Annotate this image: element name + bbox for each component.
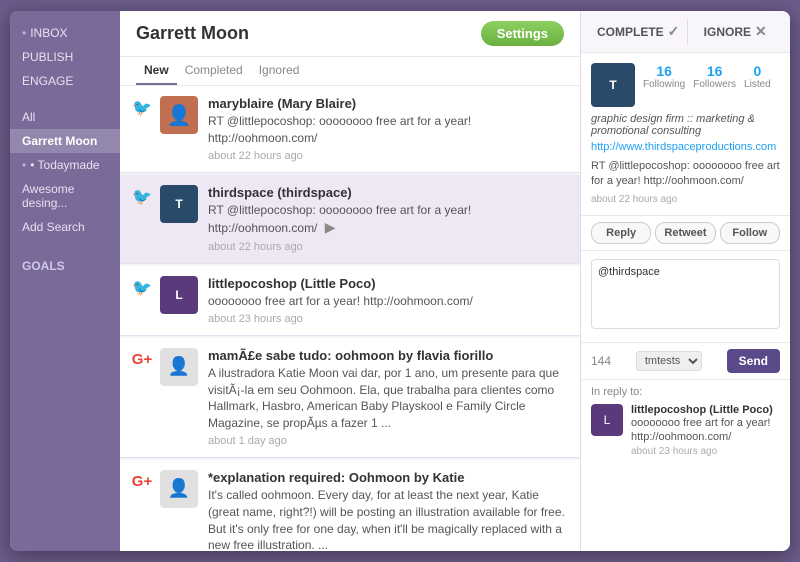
feed-text: oooooooo free art for a year! http://ooh… bbox=[208, 293, 568, 310]
feed-username: mamÃ£e sabe tudo: oohmoon by flavia fior… bbox=[208, 348, 568, 363]
sidebar-item-all[interactable]: All bbox=[10, 105, 120, 129]
page-title: Garrett Moon bbox=[136, 23, 249, 44]
in-reply-user: littlepocoshop (Little Poco) bbox=[631, 404, 780, 416]
tab-new[interactable]: New bbox=[136, 57, 177, 85]
feed-username: thirdspace (thirdspace) bbox=[208, 185, 568, 200]
close-icon: ✕ bbox=[755, 23, 767, 40]
avatar: T bbox=[160, 185, 198, 223]
sidebar-item-add-search[interactable]: Add Search bbox=[10, 215, 120, 239]
follow-button[interactable]: Follow bbox=[720, 222, 780, 244]
feed-list: 🐦 👤 maryblaire (Mary Blaire) RT @littlep… bbox=[120, 86, 580, 551]
feed-body: *explanation required: Oohmoon by Katie … bbox=[208, 470, 568, 551]
stat-listed: 0 Listed bbox=[744, 63, 771, 90]
feed-username: *explanation required: Oohmoon by Katie bbox=[208, 470, 568, 485]
feed-body: thirdspace (thirdspace) RT @littlepocosh… bbox=[208, 185, 568, 253]
feed-body: maryblaire (Mary Blaire) RT @littlepocos… bbox=[208, 96, 568, 162]
right-panel-header: COMPLETE ✓ IGNORE ✕ bbox=[581, 11, 790, 53]
sidebar-goals-label: GOALS bbox=[10, 251, 120, 276]
profile-url[interactable]: http://www.thirdspaceproductions.com bbox=[591, 141, 780, 153]
sidebar-item-inbox[interactable]: INBOX bbox=[10, 21, 120, 45]
settings-button[interactable]: Settings bbox=[481, 21, 564, 46]
feed-username: maryblaire (Mary Blaire) bbox=[208, 96, 568, 111]
avatar: L bbox=[160, 276, 198, 314]
stat-followers: 16 Followers bbox=[693, 63, 736, 90]
feed-item[interactable]: 🐦 L littlepocoshop (Little Poco) ooooooo… bbox=[120, 266, 580, 336]
main-header: Garrett Moon Settings bbox=[120, 11, 580, 57]
in-reply-avatar: L bbox=[591, 404, 623, 436]
sidebar: INBOX PUBLISH ENGAGE All Garrett Moon • … bbox=[10, 11, 120, 551]
sidebar-item-todaymade[interactable]: • Todaymade bbox=[10, 153, 120, 177]
feed-body: mamÃ£e sabe tudo: oohmoon by flavia fior… bbox=[208, 348, 568, 447]
in-reply-item: L littlepocoshop (Little Poco) oooooooo … bbox=[591, 404, 780, 458]
send-button[interactable]: Send bbox=[727, 349, 780, 373]
reply-area: @thirdspace bbox=[581, 251, 790, 343]
feed-username: littlepocoshop (Little Poco) bbox=[208, 276, 568, 291]
in-reply-body: littlepocoshop (Little Poco) oooooooo fr… bbox=[631, 404, 780, 458]
avatar: 👤 bbox=[160, 348, 198, 386]
feed-time: about 22 hours ago bbox=[208, 241, 568, 253]
stat-following: 16 Following bbox=[643, 63, 685, 90]
feed-time: about 1 day ago bbox=[208, 435, 568, 447]
in-reply-label: In reply to: bbox=[591, 386, 780, 398]
feed-text: RT @littlepocoshop: oooooooo free art fo… bbox=[208, 202, 568, 238]
reply-button[interactable]: Reply bbox=[591, 222, 651, 244]
avatar: 👤 bbox=[160, 470, 198, 508]
feed-item[interactable]: 🐦 👤 maryblaire (Mary Blaire) RT @littlep… bbox=[120, 86, 580, 173]
twitter-icon: 🐦 bbox=[132, 278, 152, 298]
in-reply-text: oooooooo free art for a year! http://ooh… bbox=[631, 416, 780, 445]
profile-bio: graphic design firm :: marketing & promo… bbox=[591, 113, 780, 137]
checkmark-icon: ✓ bbox=[668, 23, 680, 40]
sidebar-item-garrett-moon[interactable]: Garrett Moon bbox=[10, 129, 120, 153]
app-container: INBOX PUBLISH ENGAGE All Garrett Moon • … bbox=[10, 11, 790, 551]
sidebar-nav-section: INBOX PUBLISH ENGAGE bbox=[10, 21, 120, 93]
main-content: Garrett Moon Settings New Completed Igno… bbox=[120, 11, 580, 551]
profile-top: T 16 Following 16 Followers 0 bbox=[591, 63, 780, 107]
account-select[interactable]: tmtests bbox=[636, 351, 702, 371]
action-buttons: Reply Retweet Follow bbox=[581, 216, 790, 251]
feed-text: RT @littlepocoshop: oooooooo free art fo… bbox=[208, 113, 568, 147]
feed-text: A ilustradora Katie Moon vai dar, por 1 … bbox=[208, 365, 568, 432]
twitter-icon: 🐦 bbox=[132, 98, 152, 118]
profile-tweet-time: about 22 hours ago bbox=[591, 194, 780, 205]
profile-avatar: T bbox=[591, 63, 635, 107]
sidebar-item-engage[interactable]: ENGAGE bbox=[10, 69, 120, 93]
ignore-button[interactable]: IGNORE ✕ bbox=[688, 19, 782, 44]
profile-tweet: RT @littlepocoshop: oooooooo free art fo… bbox=[591, 159, 780, 190]
in-reply-section: In reply to: L littlepocoshop (Little Po… bbox=[581, 380, 790, 464]
tabs-bar: New Completed Ignored bbox=[120, 57, 580, 86]
retweet-button[interactable]: Retweet bbox=[655, 222, 715, 244]
feed-time: about 23 hours ago bbox=[208, 313, 568, 325]
avatar: 👤 bbox=[160, 96, 198, 134]
feed-item[interactable]: 🐦 T thirdspace (thirdspace) RT @littlepo… bbox=[120, 175, 580, 264]
google-icon: G+ bbox=[132, 472, 152, 492]
profile-section: T 16 Following 16 Followers 0 bbox=[581, 53, 790, 216]
feed-body: littlepocoshop (Little Poco) oooooooo fr… bbox=[208, 276, 568, 325]
reply-textarea[interactable]: @thirdspace bbox=[591, 259, 780, 329]
in-reply-time: about 23 hours ago bbox=[631, 446, 780, 457]
tab-completed[interactable]: Completed bbox=[177, 57, 251, 85]
feed-item[interactable]: G+ 👤 *explanation required: Oohmoon by K… bbox=[120, 460, 580, 551]
reply-footer: 144 tmtests Send bbox=[581, 343, 790, 380]
right-panel: COMPLETE ✓ IGNORE ✕ T 16 Following bbox=[580, 11, 790, 551]
tab-ignored[interactable]: Ignored bbox=[251, 57, 308, 85]
google-icon: G+ bbox=[132, 350, 152, 370]
feed-time: about 22 hours ago bbox=[208, 150, 568, 162]
feed-item[interactable]: G+ 👤 mamÃ£e sabe tudo: oohmoon by flavia… bbox=[120, 338, 580, 458]
feed-text: It's called oohmoon. Every day, for at l… bbox=[208, 487, 568, 551]
profile-stats-container: 16 Following 16 Followers 0 Listed bbox=[643, 63, 771, 90]
complete-button[interactable]: COMPLETE ✓ bbox=[589, 19, 688, 44]
profile-stats: 16 Following 16 Followers 0 Listed bbox=[643, 63, 771, 90]
twitter-icon: 🐦 bbox=[132, 187, 152, 207]
sidebar-item-publish[interactable]: PUBLISH bbox=[10, 45, 120, 69]
sidebar-item-awesome-desing[interactable]: Awesome desing... bbox=[10, 177, 120, 215]
char-count: 144 bbox=[591, 354, 611, 368]
